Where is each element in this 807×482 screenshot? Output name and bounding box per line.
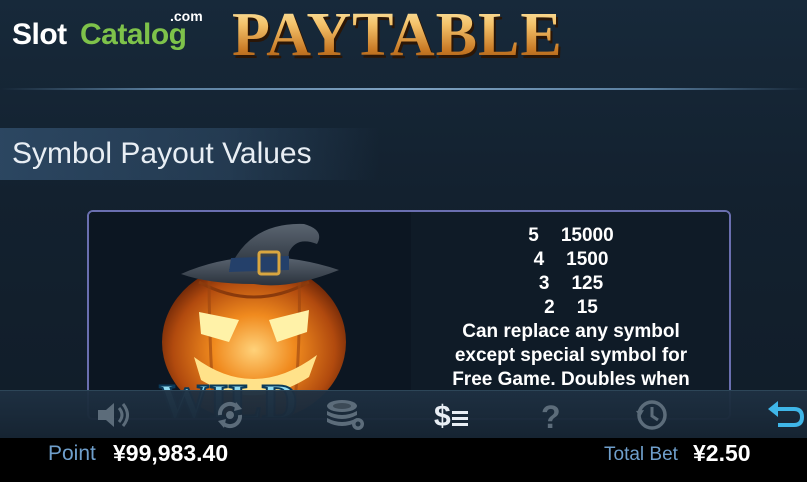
description-line: Free Game. Doubles when: [452, 369, 690, 390]
help-icon[interactable]: ?: [530, 397, 578, 435]
bottom-toolbar: $ ?: [0, 390, 807, 438]
payout-row: 3 125: [411, 272, 729, 296]
history-icon[interactable]: [628, 397, 676, 433]
logo-text-slot: Slot: [12, 18, 67, 51]
payout-row: 4 1500: [411, 248, 729, 272]
chips-settings-icon[interactable]: [320, 397, 368, 433]
logo-text-com: .com: [170, 8, 203, 24]
symbol-payout-card: WILD 5 15000 4 1500 3 125 2 15 Can replace a…: [87, 210, 731, 420]
paytable-screen: Slot Catalog .com PAYTABLE PAYTABLE Symb…: [0, 0, 807, 482]
description-line: Can replace any symbol: [462, 321, 680, 342]
payout-row: 2 15: [411, 296, 729, 320]
page-title: PAYTABLE: [232, 1, 563, 69]
total-bet-value: ¥2.50: [693, 440, 751, 466]
sound-icon[interactable]: [92, 397, 140, 433]
autospin-icon[interactable]: [206, 397, 254, 433]
payout-count: 5: [528, 225, 539, 246]
symbol-image-panel: WILD: [89, 212, 411, 418]
svg-text:$: $: [434, 400, 451, 433]
payout-value: 1500: [566, 249, 609, 270]
total-bet-label: Total Bet: [604, 444, 678, 465]
header-divider: [0, 88, 807, 90]
section-title: Symbol Payout Values: [12, 137, 312, 170]
payout-value: 15000: [560, 225, 614, 246]
payout-row: 5 15000: [411, 224, 729, 248]
back-icon[interactable]: [762, 397, 807, 433]
point-balance: ¥99,983.40: [113, 440, 229, 466]
symbol-description: Can replace any symbol except special sy…: [421, 320, 721, 392]
payout-count: 3: [538, 273, 550, 294]
payout-count: 2: [544, 297, 555, 318]
svg-text:?: ?: [541, 399, 561, 433]
slotcatalog-logo: Slot Catalog .com: [12, 8, 212, 58]
description-line: except special symbol for: [454, 345, 688, 366]
payout-value: 15: [576, 297, 598, 318]
point-label: Point: [48, 442, 96, 465]
payout-value: 125: [571, 273, 604, 294]
payout-table: 5 15000 4 1500 3 125 2 15: [411, 224, 729, 320]
payout-count: 4: [533, 249, 545, 270]
paytable-icon[interactable]: $: [430, 397, 478, 433]
wild-pumpkin-icon: WILD: [158, 223, 346, 418]
